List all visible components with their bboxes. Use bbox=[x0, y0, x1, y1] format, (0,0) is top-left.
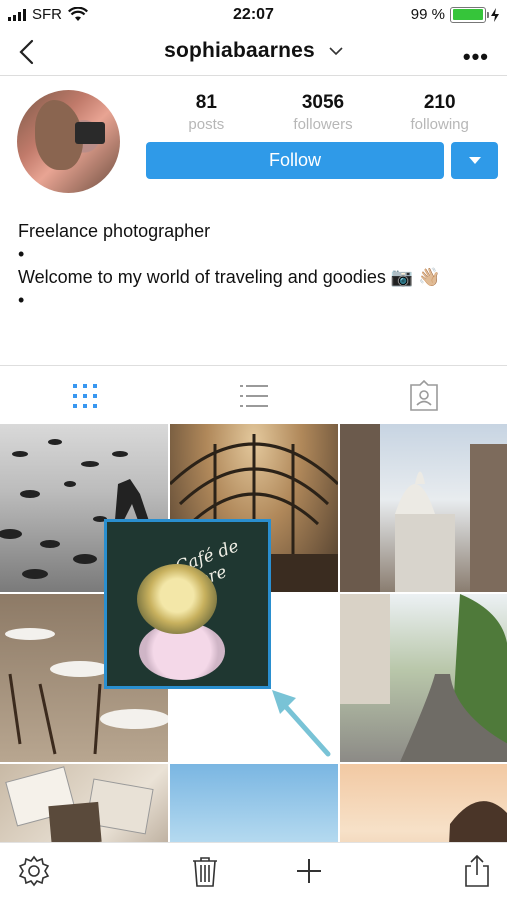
bottom-toolbar bbox=[0, 842, 507, 900]
stat-following-label: following bbox=[410, 116, 469, 133]
suggestions-dropdown-button[interactable] bbox=[451, 142, 498, 179]
stat-following[interactable]: 210 following bbox=[381, 92, 498, 133]
grid-photo-montmartre-street[interactable] bbox=[340, 594, 507, 762]
avatar-camera bbox=[75, 122, 105, 144]
stat-posts-label: posts bbox=[188, 116, 225, 133]
bio-line: Welcome to my world of traveling and goo… bbox=[18, 267, 441, 287]
divider bbox=[0, 365, 507, 366]
username-label: sophiabaarnes bbox=[164, 39, 315, 62]
stat-followers-value: 3056 bbox=[301, 92, 345, 113]
plus-icon[interactable] bbox=[291, 853, 327, 889]
stat-posts[interactable]: 81 posts bbox=[148, 92, 265, 133]
navigation-bar: sophiabaarnes ••• bbox=[0, 30, 507, 76]
profile-username[interactable]: sophiabaarnes bbox=[0, 39, 507, 63]
bio-bullet: • bbox=[18, 244, 25, 264]
gear-icon[interactable] bbox=[16, 853, 52, 889]
avatar[interactable] bbox=[17, 90, 120, 193]
status-right: 99 % bbox=[411, 6, 499, 23]
grid-view-icon[interactable] bbox=[69, 380, 101, 412]
tagged-photos-icon[interactable] bbox=[408, 380, 440, 412]
chevron-down-icon bbox=[329, 47, 343, 56]
stat-following-value: 210 bbox=[423, 92, 456, 113]
grid-photo-girl-at-sunset[interactable] bbox=[340, 764, 507, 842]
photo-preview-popup[interactable]: Café de Flore bbox=[104, 519, 271, 689]
stat-followers-label: followers bbox=[293, 116, 353, 133]
view-tabs bbox=[0, 368, 507, 424]
charging-bolt-icon bbox=[491, 7, 499, 22]
list-view-icon[interactable] bbox=[238, 380, 270, 412]
follow-button[interactable]: Follow bbox=[146, 142, 444, 179]
status-bar: SFR 22:07 99 % bbox=[0, 0, 507, 30]
grid-photo-photos-on-table[interactable] bbox=[0, 764, 168, 842]
profile-bio: Freelance photographer • Welcome to my w… bbox=[18, 220, 441, 312]
more-options-icon[interactable]: ••• bbox=[463, 44, 489, 70]
grid-photo-sacre-coeur[interactable] bbox=[340, 424, 507, 592]
trash-icon[interactable] bbox=[187, 853, 223, 889]
stat-followers[interactable]: 3056 followers bbox=[265, 92, 382, 133]
battery-percent: 99 % bbox=[410, 6, 445, 23]
share-icon[interactable] bbox=[459, 853, 495, 889]
pointer-arrow-icon bbox=[272, 690, 331, 757]
battery-icon bbox=[450, 6, 489, 23]
bio-line: Freelance photographer bbox=[18, 221, 211, 241]
stat-posts-value: 81 bbox=[195, 92, 217, 113]
bio-bullet: • bbox=[18, 290, 25, 310]
preview-glass bbox=[137, 564, 217, 634]
grid-photo-sunset-field[interactable] bbox=[170, 764, 338, 842]
profile-stats: 81 posts 3056 followers 210 following bbox=[148, 92, 498, 133]
